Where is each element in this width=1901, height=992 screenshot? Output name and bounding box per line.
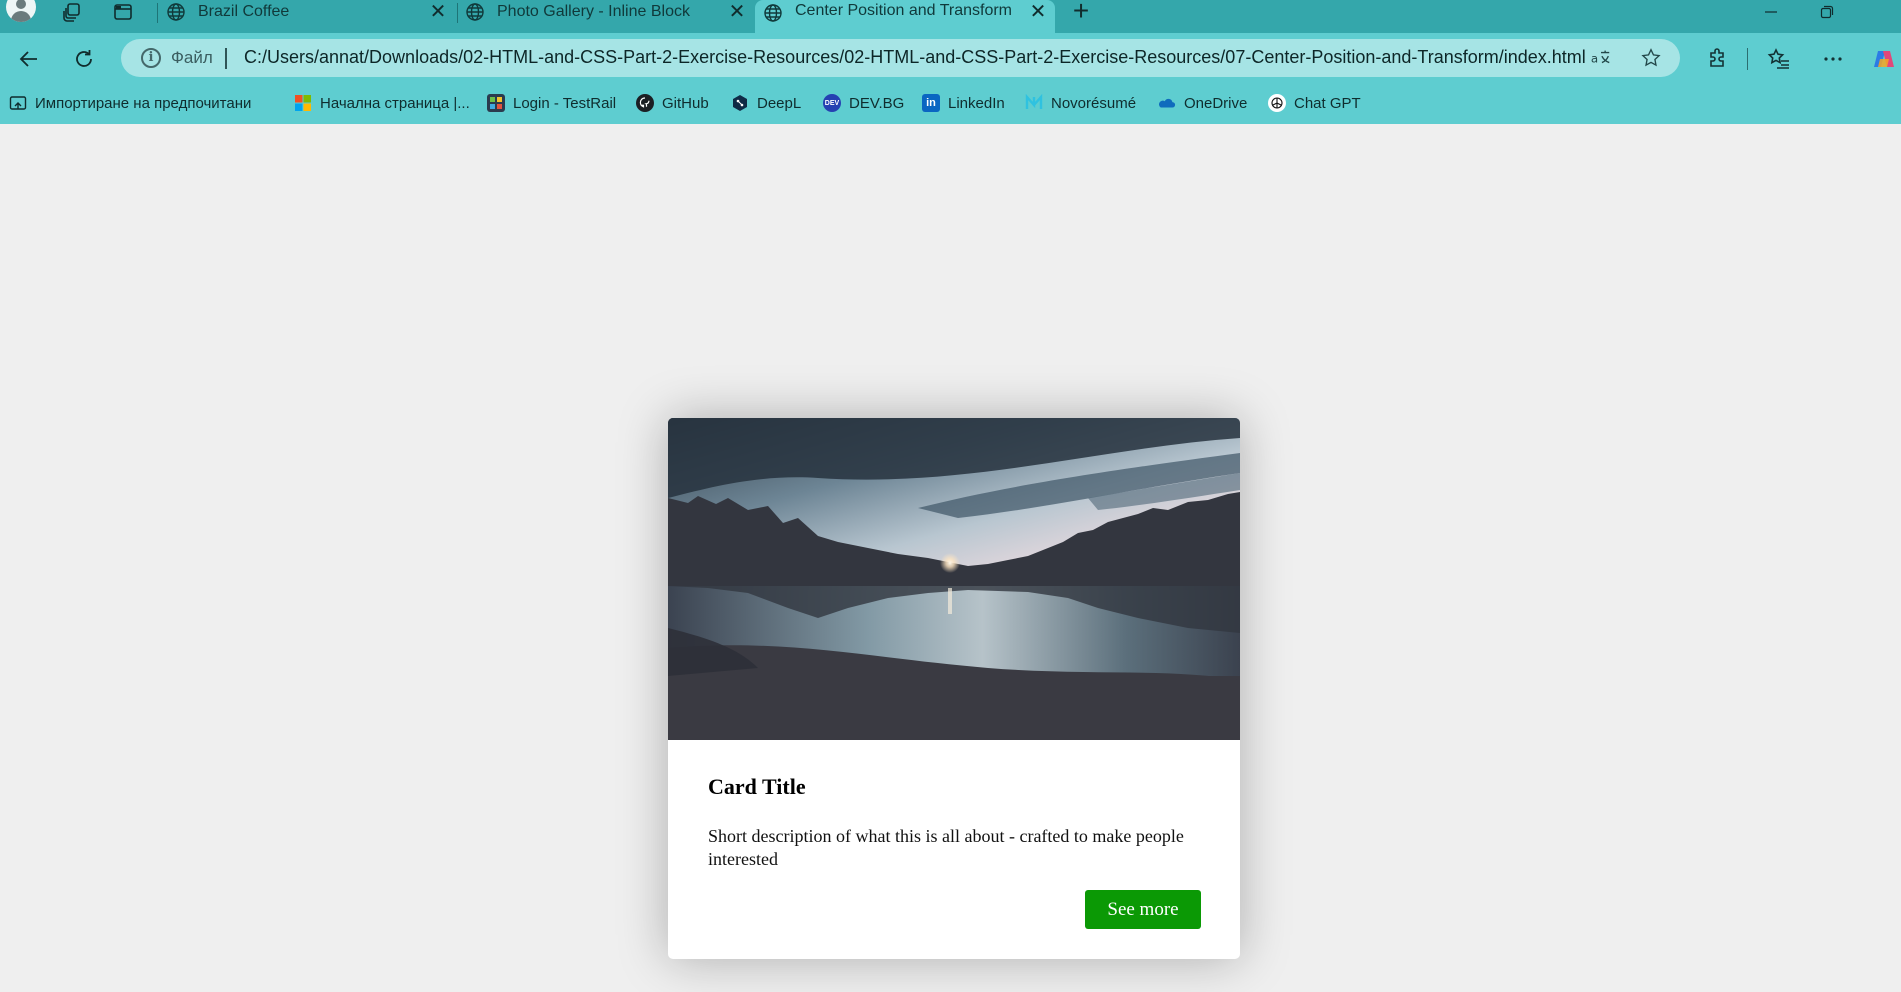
toolbar-separator — [1747, 48, 1748, 70]
card-title: Card Title — [708, 774, 806, 799]
bookmark-label: DeepL — [757, 94, 802, 112]
bookmark-chatgpt[interactable]: Chat GPT — [1268, 92, 1361, 114]
bookmark-devbg[interactable]: DEV DEV.BG — [823, 92, 904, 114]
lake-sunset-photo — [668, 418, 1240, 740]
bookmark-label: Novorésumé — [1051, 94, 1137, 112]
back-button[interactable] — [12, 42, 46, 76]
back-arrow-icon — [19, 51, 37, 67]
bookmark-github[interactable]: GitHub — [636, 92, 709, 114]
minimize-button[interactable] — [1743, 0, 1799, 24]
reload-button[interactable] — [67, 42, 101, 76]
onedrive-icon — [1158, 94, 1176, 112]
github-icon — [636, 94, 654, 112]
bookmark-label: Начална страница |... — [320, 94, 470, 112]
bookmark-linkedin[interactable]: in LinkedIn — [922, 92, 1005, 114]
tab-label: Photo Gallery - Inline Block — [497, 3, 690, 20]
restore-icon — [1820, 5, 1834, 19]
svg-text:a: a — [1591, 52, 1598, 66]
site-info-icon[interactable]: i — [141, 48, 161, 68]
address-separator — [225, 48, 227, 69]
globe-icon — [167, 3, 185, 21]
bookmark-home-page[interactable]: Начална страница |... — [294, 92, 470, 114]
bookmark-label: Login - TestRail — [513, 94, 617, 112]
copilot-icon[interactable] — [1867, 42, 1901, 76]
more-options-icon[interactable] — [1816, 42, 1850, 76]
tab-center-position[interactable]: Center Position and Transform ✕ — [755, 0, 1055, 33]
new-tab-button[interactable]: + — [1068, 0, 1094, 25]
tab-separator — [157, 3, 158, 23]
browser-chrome: Brazil Coffee ✕ Photo Gallery - Inline B… — [0, 0, 1901, 206]
favorite-star-icon[interactable] — [1639, 46, 1663, 70]
url-text[interactable]: C:/Users/annat/Downloads/02-HTML-and-CSS… — [244, 47, 1586, 68]
tab-strip: Brazil Coffee ✕ Photo Gallery - Inline B… — [0, 0, 1901, 33]
bookmark-testrail[interactable]: Login - TestRail — [487, 92, 616, 114]
card: Card Title Short description of what thi… — [668, 418, 1240, 959]
devbg-icon: DEV — [823, 94, 841, 112]
chatgpt-icon — [1268, 94, 1286, 112]
import-favorites-icon — [9, 94, 27, 112]
globe-icon — [466, 3, 484, 21]
favorites-icon[interactable] — [1762, 42, 1796, 76]
bookmark-import-favorites[interactable]: Импортиране на предпочитани — [9, 92, 251, 114]
close-tab-icon[interactable]: ✕ — [728, 2, 746, 22]
bookmark-label: Импортиране на предпочитани — [35, 94, 252, 112]
tab-label: Brazil Coffee — [198, 3, 290, 20]
close-tab-icon[interactable]: ✕ — [1029, 2, 1047, 22]
see-more-button[interactable]: See more — [1085, 890, 1201, 929]
minimize-icon — [1765, 11, 1777, 13]
page-viewport: Card Title Short description of what thi… — [0, 124, 1901, 992]
reload-icon — [76, 50, 92, 67]
bookmark-label: Chat GPT — [1294, 94, 1361, 112]
tab-label: Center Position and Transform — [795, 2, 1012, 19]
bookmark-label: DEV.BG — [849, 94, 905, 112]
read-aloud-icon[interactable]: a — [1589, 46, 1613, 70]
profile-avatar[interactable] — [4, 0, 38, 24]
globe-icon — [764, 4, 782, 22]
tab-photo-gallery[interactable]: Photo Gallery - Inline Block ✕ — [465, 0, 754, 24]
linkedin-icon: in — [922, 94, 940, 112]
tab-actions-icon[interactable] — [103, 0, 143, 24]
bookmark-novoresume[interactable]: Novorésumé — [1025, 92, 1136, 114]
url-scheme-label: Файл — [171, 48, 213, 67]
testrail-icon — [487, 94, 505, 112]
bookmark-onedrive[interactable]: OneDrive — [1158, 92, 1247, 114]
extensions-icon[interactable] — [1701, 42, 1735, 76]
bookmarks-bar: Импортиране на предпочитани Начална стра… — [0, 92, 1901, 206]
deepl-icon — [731, 94, 749, 112]
restore-button[interactable] — [1799, 0, 1855, 24]
bookmark-label: LinkedIn — [948, 94, 1005, 112]
novoresume-icon — [1025, 94, 1043, 112]
bookmark-label: OneDrive — [1184, 94, 1248, 112]
card-description: Short description of what this is all ab… — [708, 826, 1184, 869]
bookmark-label: GitHub — [662, 94, 709, 112]
bookmark-deepl[interactable]: DeepL — [731, 92, 801, 114]
tab-brazil-coffee[interactable]: Brazil Coffee ✕ — [166, 0, 455, 24]
workspaces-icon[interactable] — [52, 0, 92, 24]
address-bar[interactable]: i Файл C:/Users/annat/Downloads/02-HTML-… — [121, 39, 1680, 77]
microsoft-icon — [294, 94, 312, 112]
avatar-icon — [6, 0, 36, 22]
tab-separator — [457, 3, 458, 23]
close-tab-icon[interactable]: ✕ — [429, 2, 447, 22]
